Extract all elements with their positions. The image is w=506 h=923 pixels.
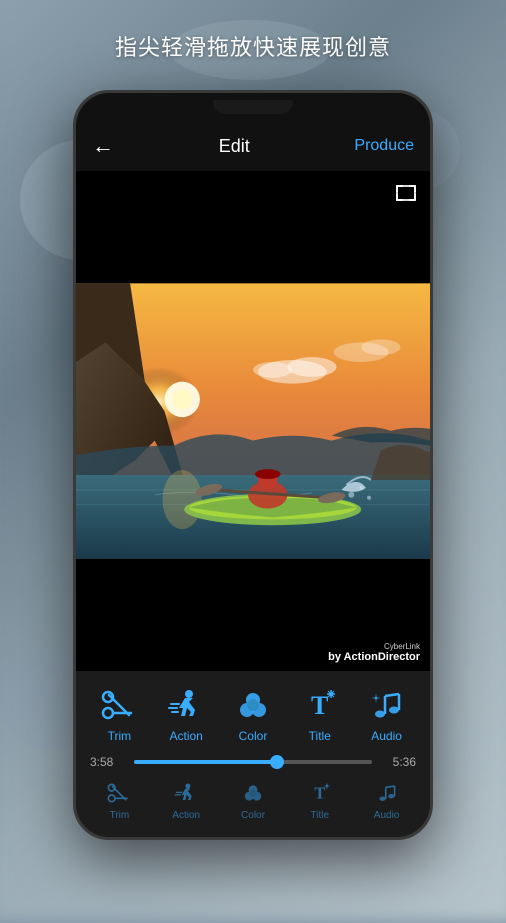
color-icon <box>233 685 273 725</box>
title-label: Title <box>309 729 331 743</box>
bottom-toolbar: Trim Acti <box>76 671 430 837</box>
title-label-small: Title <box>311 810 330 821</box>
expand-icon[interactable] <box>394 181 418 211</box>
title-icon: T <box>300 685 340 725</box>
tagline-text: 指尖轻滑拖放快速展现创意 <box>0 30 506 62</box>
secondary-tool-row: Trim Action <box>76 775 430 827</box>
edit-header: ← Edit Produce <box>76 121 430 171</box>
audio-tool-small[interactable]: Audio <box>359 779 414 821</box>
phone-notch <box>213 100 293 114</box>
start-time: 3:58 <box>90 755 126 769</box>
video-preview: CyberLink by ActionDirector <box>76 171 430 671</box>
action-label-small: Action <box>172 810 200 821</box>
phone-inner: ← Edit Produce <box>76 93 430 837</box>
action-icon <box>166 685 206 725</box>
phone-notch-bar <box>76 93 430 121</box>
produce-button[interactable]: Produce <box>354 137 414 155</box>
color-icon-small <box>239 779 267 807</box>
title-icon-small: T <box>306 779 334 807</box>
action-label: Action <box>170 729 203 743</box>
svg-text:T: T <box>311 691 328 720</box>
scrubber-track[interactable] <box>134 760 372 764</box>
end-time: 5:36 <box>380 755 416 769</box>
action-tool[interactable]: Action <box>156 685 216 743</box>
svg-text:T: T <box>314 784 325 803</box>
primary-tool-row: Trim Acti <box>76 679 430 749</box>
action-tool-small[interactable]: Action <box>159 779 214 821</box>
audio-icon <box>367 685 407 725</box>
timeline-row: 3:58 5:36 <box>76 749 430 775</box>
tagline-area: 指尖轻滑拖放快速展现创意 <box>0 30 506 62</box>
back-button[interactable]: ← <box>92 133 114 159</box>
title-tool-small[interactable]: T Title <box>292 779 347 821</box>
color-tool[interactable]: Color <box>223 685 283 743</box>
watermark: CyberLink by ActionDirector <box>328 642 420 663</box>
title-tool[interactable]: T Title <box>290 685 350 743</box>
audio-label-small: Audio <box>374 810 400 821</box>
color-tool-small[interactable]: Color <box>225 779 280 821</box>
action-icon-small <box>172 779 200 807</box>
trim-icon <box>99 685 139 725</box>
video-scene <box>76 171 430 671</box>
trim-icon-small <box>105 779 133 807</box>
color-label: Color <box>239 729 268 743</box>
audio-tool[interactable]: Audio <box>357 685 417 743</box>
trim-label: Trim <box>108 729 132 743</box>
trim-label-small: Trim <box>110 810 130 821</box>
trim-tool-small[interactable]: Trim <box>92 779 147 821</box>
trim-tool[interactable]: Trim <box>89 685 149 743</box>
scrubber-thumb[interactable] <box>270 755 284 769</box>
audio-label: Audio <box>371 729 402 743</box>
edit-title: Edit <box>219 136 250 157</box>
watermark-line2: by ActionDirector <box>328 651 420 663</box>
audio-icon-small <box>373 779 401 807</box>
phone-frame: ← Edit Produce <box>73 90 433 840</box>
color-label-small: Color <box>241 810 265 821</box>
watermark-line1: CyberLink <box>328 642 420 651</box>
